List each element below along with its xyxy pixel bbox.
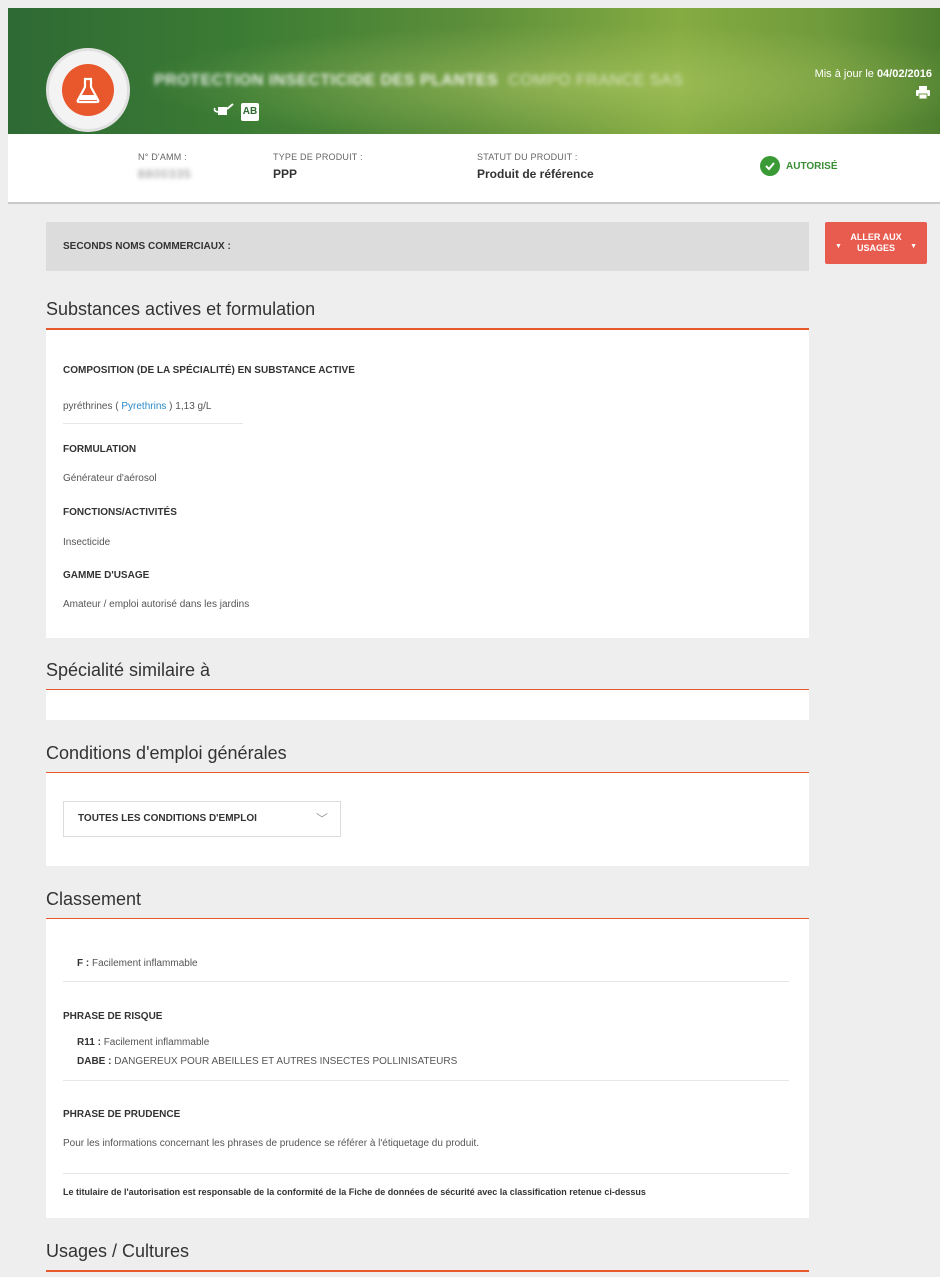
substance-line: pyréthrines ( Pyrethrins ) 1,13 g/L [63, 401, 211, 412]
watering-can-icon [213, 101, 235, 122]
status-text: AUTORISÉ [786, 160, 838, 172]
seconds-noms-commerciaux: SECONDS NOMS COMMERCIAUX : [46, 222, 809, 271]
caret-down-icon: ▼ [910, 243, 917, 250]
substances-panel: COMPOSITION (DE LA SPÉCIALITÉ) EN SUBSTA… [46, 330, 809, 638]
update-prefix: Mis à jour le [814, 68, 874, 80]
section-title-similaire: Spécialité similaire à [46, 660, 809, 691]
risque-text: Facilement inflammable [103, 1037, 210, 1048]
classement-panel: F : Facilement inflammable PHRASE DE RIS… [46, 919, 809, 1218]
class-text: Facilement inflammable [92, 958, 198, 969]
type-info: TYPE DE PRODUIT : PPP [273, 152, 363, 181]
goto-usages-line2: USAGES [856, 243, 895, 253]
check-circle-icon [760, 156, 780, 176]
substance-link[interactable]: Pyrethrins [121, 401, 166, 412]
prudence-heading: PHRASE DE PRUDENCE [63, 1109, 181, 1120]
risque-code: DABE : [77, 1056, 112, 1067]
fonctions-value: Insecticide [63, 537, 111, 548]
print-icon[interactable] [916, 86, 930, 104]
goto-usages-button[interactable]: ▼ ALLER AUX USAGES ▼ [825, 222, 927, 264]
product-info-bar: N° D'AMM : 8800335 TYPE DE PRODUIT : PPP… [8, 134, 940, 204]
fonctions-heading: FONCTIONS/ACTIVITÉS [63, 507, 177, 518]
risque-item: R11 : Facilement inflammable [77, 1037, 209, 1048]
goto-usages-line1: ALLER AUX [850, 232, 902, 242]
prudence-text: Pour les informations concernant les phr… [63, 1138, 480, 1149]
company-name: COMPO FRANCE SAS [508, 72, 684, 89]
product-logo [46, 48, 130, 132]
risque-text: DANGEREUX POUR ABEILLES ET AUTRES INSECT… [114, 1056, 458, 1067]
product-badges: AB [213, 101, 259, 122]
type-value: PPP [273, 167, 298, 181]
goto-usages-label: ALLER AUX USAGES [850, 232, 901, 254]
statut-label: STATUT DU PRODUIT : [477, 152, 578, 162]
product-name-text: PROTECTION INSECTICIDE DES PLANTES [154, 72, 499, 89]
statut-value: Produit de référence [477, 167, 594, 181]
divider [63, 1173, 789, 1174]
risque-code: R11 : [77, 1037, 101, 1048]
divider [63, 423, 243, 424]
conditions-panel: TOUTES LES CONDITIONS D'EMPLOI ﹀ [46, 773, 809, 866]
amm-label: N° D'AMM : [138, 152, 187, 162]
substance-amount: 1,13 g/L [175, 401, 212, 412]
ab-badge-icon: AB [241, 102, 259, 121]
product-name: PROTECTION INSECTICIDE DES PLANTES COMPO … [154, 68, 754, 94]
amm-value: 8800335 [138, 167, 192, 181]
update-date: 04/02/2016 [876, 68, 932, 80]
status-badge: AUTORISÉ [760, 156, 838, 176]
update-info: Mis à jour le 04/02/2016 [815, 68, 932, 80]
similaire-panel [46, 690, 809, 720]
product-banner: PROTECTION INSECTICIDE DES PLANTES COMPO … [8, 8, 940, 134]
substance-open-paren: ( [115, 401, 119, 412]
type-label: TYPE DE PRODUIT : [273, 152, 363, 162]
flask-icon [62, 64, 114, 116]
formulation-value: Générateur d'aérosol [63, 473, 157, 484]
composition-heading: COMPOSITION (DE LA SPÉCIALITÉ) EN SUBSTA… [63, 365, 355, 376]
caret-down-icon: ▼ [835, 243, 842, 250]
classification-note: Le titulaire de l'autorisation est respo… [63, 1187, 646, 1197]
statut-info: STATUT DU PRODUIT : Produit de référence [477, 152, 594, 181]
conditions-dropdown-value: TOUTES LES CONDITIONS D'EMPLOI [78, 813, 257, 824]
amm-info: N° D'AMM : 8800335 [138, 152, 192, 181]
conditions-dropdown[interactable]: TOUTES LES CONDITIONS D'EMPLOI ﹀ [63, 801, 341, 837]
substance-name: pyréthrines [63, 401, 113, 412]
divider [63, 1080, 789, 1081]
section-title-substances: Substances actives et formulation [46, 299, 809, 330]
class-item: F : Facilement inflammable [77, 958, 198, 969]
gamme-heading: GAMME D'USAGE [63, 570, 150, 581]
formulation-heading: FORMULATION [63, 444, 137, 455]
class-code: F : [77, 958, 90, 969]
divider [63, 981, 789, 982]
gamme-value: Amateur / emploi autorisé dans les jardi… [63, 599, 250, 610]
risque-item: DABE : DANGEREUX POUR ABEILLES ET AUTRES… [77, 1056, 457, 1067]
section-title-conditions: Conditions d'emploi générales [46, 743, 809, 774]
section-title-classement: Classement [46, 889, 809, 920]
substance-close-paren: ) [169, 401, 173, 412]
chevron-down-icon: ﹀ [315, 812, 328, 826]
section-title-usages: Usages / Cultures [46, 1241, 809, 1272]
risque-heading: PHRASE DE RISQUE [63, 1011, 163, 1022]
